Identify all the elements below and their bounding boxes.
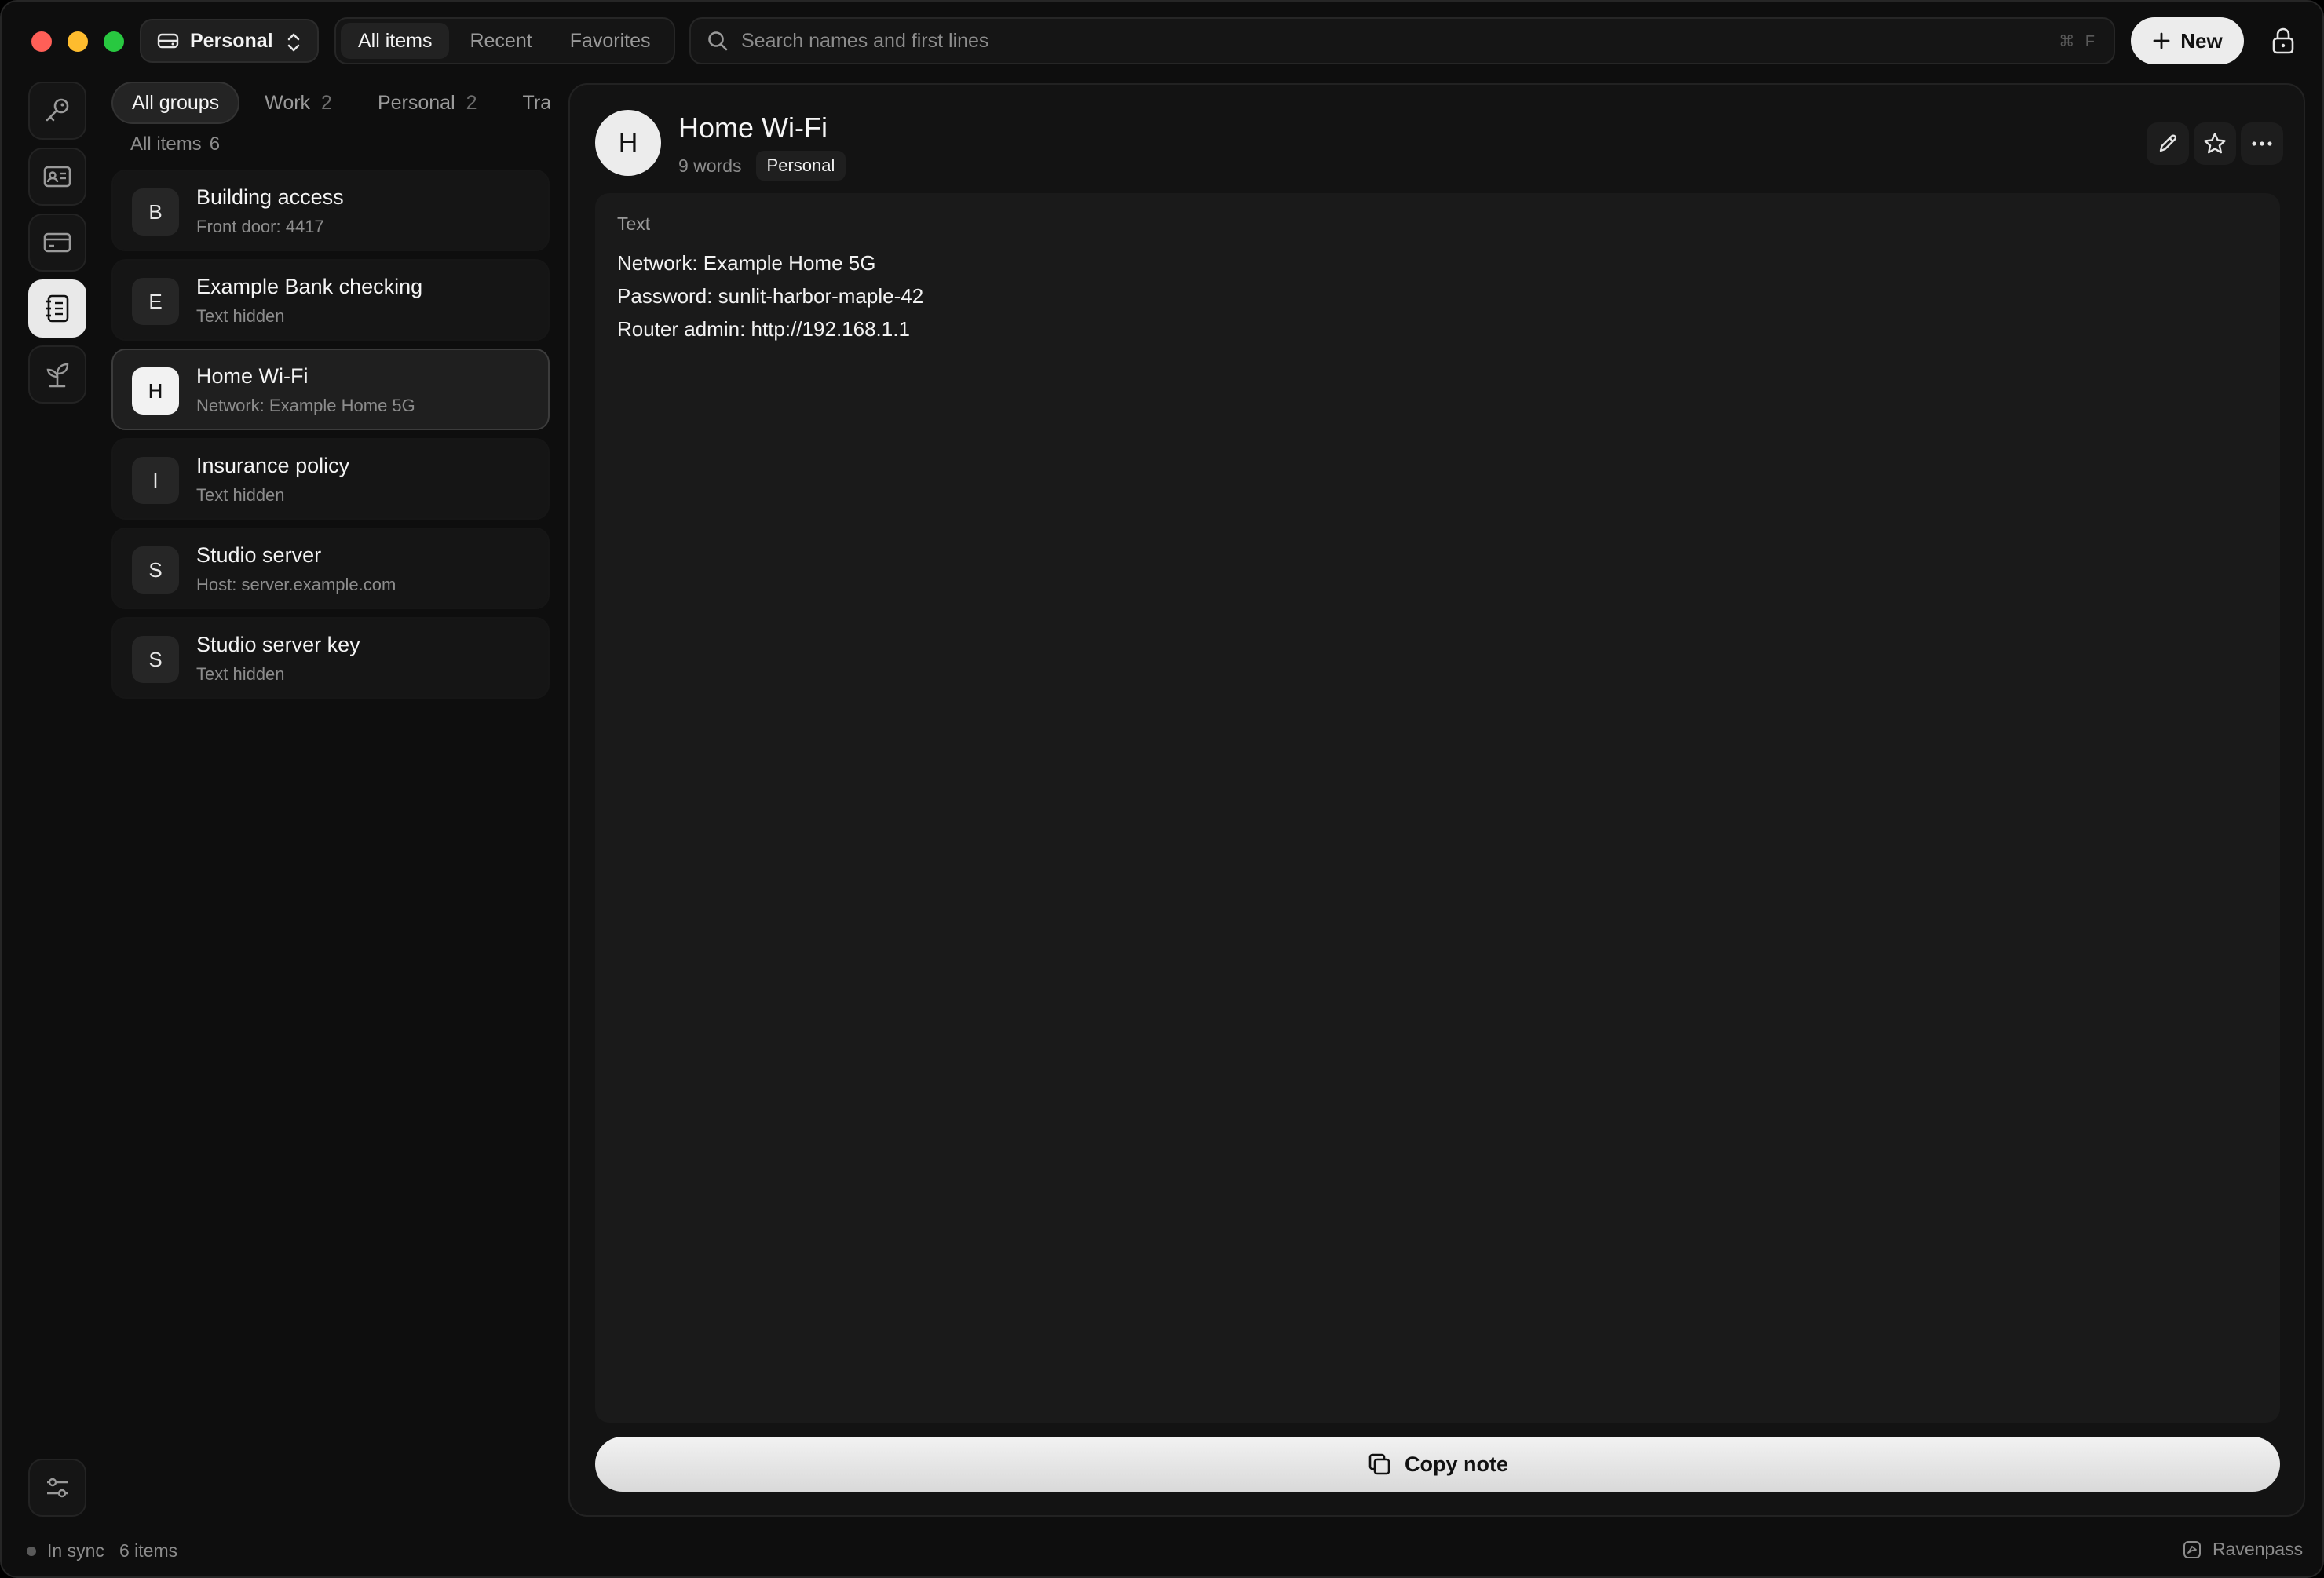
sliders-icon xyxy=(44,1474,71,1501)
star-icon xyxy=(2202,131,2227,156)
close-window-button[interactable] xyxy=(31,31,52,52)
vault-name: Personal xyxy=(190,29,273,52)
edit-button[interactable] xyxy=(2147,122,2189,165)
item-subtitle: Text hidden xyxy=(196,664,285,684)
item-avatar: S xyxy=(132,546,179,594)
item-subtitle: Network: Example Home 5G xyxy=(196,396,415,415)
vault-switcher[interactable]: Personal xyxy=(140,19,319,63)
zoom-window-button[interactable] xyxy=(104,31,124,52)
brand: Ravenpass xyxy=(2183,1539,2303,1560)
search-icon xyxy=(707,30,729,52)
rail-passwords-button[interactable] xyxy=(28,82,86,140)
minimize-window-button[interactable] xyxy=(68,31,88,52)
pencil-icon xyxy=(2156,132,2180,155)
list-count: All items 6 xyxy=(130,133,220,155)
ellipsis-icon xyxy=(2251,141,2273,147)
brand-name: Ravenpass xyxy=(2213,1539,2304,1559)
list-item[interactable]: S Studio server Host: server.example.com xyxy=(111,528,550,609)
chevron-up-down-icon xyxy=(286,31,301,53)
search-input[interactable] xyxy=(741,29,2059,53)
item-title: Studio server key xyxy=(196,633,360,656)
group-tab-label: Work xyxy=(265,91,311,114)
search-bar: ⌘ F xyxy=(689,17,2115,64)
group-badge[interactable]: Personal xyxy=(755,151,846,181)
id-card-icon xyxy=(42,164,72,189)
key-icon xyxy=(42,96,72,126)
favorite-button[interactable] xyxy=(2194,122,2236,165)
item-avatar: H xyxy=(132,367,179,415)
footer-item-count: 6 items xyxy=(119,1540,178,1561)
lock-icon xyxy=(2271,27,2295,54)
item-list: B Building access Front door: 4417 E Exa… xyxy=(111,170,550,707)
rail-settings-button[interactable] xyxy=(28,1459,86,1517)
tab-favorites[interactable]: Favorites xyxy=(553,23,668,59)
group-tab-count: 2 xyxy=(321,91,332,114)
scope-tabs: All items Recent Favorites xyxy=(334,17,675,64)
note-line: Password: sunlit-harbor-maple-42 xyxy=(617,284,924,308)
lock-vault-button[interactable] xyxy=(2264,22,2302,60)
titlebar: Personal All items Recent Favorites ⌘ F … xyxy=(2,2,2322,80)
copy-note-label: Copy note xyxy=(1405,1452,1508,1476)
detail-title: Home Wi-Fi xyxy=(678,111,828,144)
rail-other-button[interactable] xyxy=(28,345,86,404)
item-subtitle: Text hidden xyxy=(196,485,285,505)
group-tabs: All groups Work 2 Personal 2 Travel xyxy=(111,82,550,126)
tab-recent[interactable]: Recent xyxy=(452,23,549,59)
word-count: 9 words xyxy=(678,155,742,176)
note-field-label: Text xyxy=(617,214,651,234)
group-tab-count: 2 xyxy=(466,91,477,114)
item-avatar: E xyxy=(132,278,179,325)
note-line: Network: Example Home 5G xyxy=(617,251,876,275)
plus-icon xyxy=(2152,31,2171,50)
detail-panel: H Home Wi-Fi 9 words Personal Text Netwo… xyxy=(568,83,2305,1517)
item-title: Insurance policy xyxy=(196,454,350,477)
raven-logo-icon xyxy=(2183,1540,2202,1559)
group-tab-personal[interactable]: Personal 2 xyxy=(357,82,498,124)
list-item-selected[interactable]: H Home Wi-Fi Network: Example Home 5G xyxy=(111,349,550,430)
rail-cards-button[interactable] xyxy=(28,214,86,272)
list-item[interactable]: B Building access Front door: 4417 xyxy=(111,170,550,251)
list-item[interactable]: I Insurance policy Text hidden xyxy=(111,438,550,520)
detail-avatar: H xyxy=(595,110,661,176)
list-item[interactable]: S Studio server key Text hidden xyxy=(111,617,550,699)
list-heading: All items xyxy=(130,133,202,155)
new-item-label: New xyxy=(2180,28,2223,53)
notes-icon xyxy=(44,294,71,323)
item-subtitle: Front door: 4417 xyxy=(196,217,324,236)
rail-identities-button[interactable] xyxy=(28,148,86,206)
sync-status-dot xyxy=(27,1547,36,1556)
note-line: Router admin: http://192.168.1.1 xyxy=(617,317,910,341)
detail-meta: 9 words Personal xyxy=(678,151,846,181)
list-item-count: 6 xyxy=(209,133,221,155)
copy-note-button[interactable]: Copy note xyxy=(595,1437,2280,1492)
sprout-icon xyxy=(43,360,71,389)
group-tab-all[interactable]: All groups xyxy=(111,82,240,124)
group-tab-label: Travel xyxy=(522,91,550,114)
item-avatar: B xyxy=(132,188,179,236)
item-title: Home Wi-Fi xyxy=(196,364,309,388)
item-subtitle: Text hidden xyxy=(196,306,285,326)
item-subtitle: Host: server.example.com xyxy=(196,575,396,594)
item-title: Studio server xyxy=(196,543,322,567)
new-item-button[interactable]: New xyxy=(2131,17,2244,64)
tab-all-items[interactable]: All items xyxy=(341,23,450,59)
rail-notes-button[interactable] xyxy=(28,279,86,338)
search-shortcut-hint: ⌘ F xyxy=(2059,32,2098,50)
drive-icon xyxy=(157,31,179,50)
credit-card-icon xyxy=(42,231,72,254)
app-window: Personal All items Recent Favorites ⌘ F … xyxy=(0,0,2324,1578)
item-avatar: S xyxy=(132,636,179,683)
group-tab-work[interactable]: Work 2 xyxy=(244,82,353,124)
more-options-button[interactable] xyxy=(2241,122,2283,165)
note-content[interactable]: Text Network: Example Home 5G Password: … xyxy=(595,193,2280,1423)
item-title: Example Bank checking xyxy=(196,275,423,298)
sync-status: In sync xyxy=(47,1540,104,1561)
group-tab-label: All groups xyxy=(132,91,220,114)
group-tab-label: Personal xyxy=(377,91,455,114)
group-tab-travel[interactable]: Travel xyxy=(502,82,550,124)
copy-icon xyxy=(1367,1452,1392,1477)
list-item[interactable]: E Example Bank checking Text hidden xyxy=(111,259,550,341)
item-avatar: I xyxy=(132,457,179,504)
item-title: Building access xyxy=(196,185,344,209)
